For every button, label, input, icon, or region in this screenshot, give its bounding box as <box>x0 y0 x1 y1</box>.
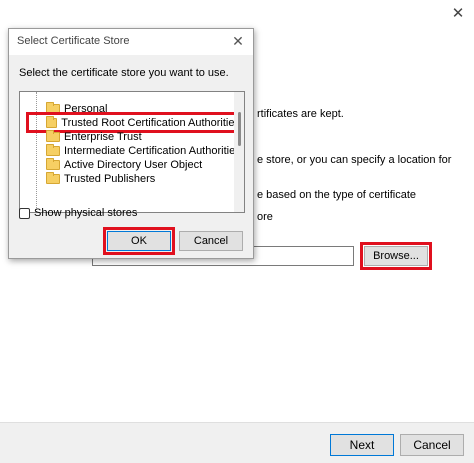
dialog-titlebar: Select Certificate Store ✕ <box>9 29 253 55</box>
tree-item-label: Active Directory User Object <box>64 158 203 171</box>
next-button[interactable]: Next <box>330 434 394 456</box>
tree-item-label: Trusted Root Certification Authorities <box>61 116 240 129</box>
show-physical-label: Show physical stores <box>34 207 138 219</box>
tree-item-enterprise-trust[interactable]: Enterprise Trust <box>46 129 142 143</box>
tree-item-trusted-publishers[interactable]: Trusted Publishers <box>46 171 156 185</box>
store-option-text: e store, or you can specify a location f… <box>257 154 452 166</box>
dialog-cancel-button[interactable]: Cancel <box>179 231 243 251</box>
tree-item-personal[interactable]: Personal <box>46 101 108 115</box>
show-physical-stores[interactable]: Show physical stores <box>19 207 137 219</box>
close-icon[interactable]: ✕ <box>446 4 470 24</box>
ok-button[interactable]: OK <box>103 227 175 255</box>
place-all-option-text: ore <box>257 211 273 223</box>
folder-icon <box>46 129 60 142</box>
folder-icon <box>46 101 60 114</box>
folder-icon <box>46 171 60 184</box>
wizard-footer: Next Cancel <box>0 422 474 463</box>
tree-item-intermediate[interactable]: Intermediate Certification Authorities <box>46 143 241 157</box>
folder-icon <box>46 143 60 156</box>
tree-item-label: Personal <box>64 102 108 115</box>
tree-item-label: Trusted Publishers <box>64 172 156 185</box>
browse-button[interactable]: Browse... <box>360 242 432 270</box>
certificate-store-tree[interactable]: Personal Trusted Root Certification Auth… <box>19 91 245 213</box>
folder-icon <box>46 115 58 128</box>
tree-item-label: Intermediate Certification Authorities <box>64 144 241 157</box>
dialog-title: Select Certificate Store <box>17 35 130 47</box>
show-physical-checkbox[interactable] <box>19 207 30 219</box>
dialog-instruction: Select the certificate store you want to… <box>19 67 229 79</box>
tree-item-active-directory[interactable]: Active Directory User Object <box>46 157 203 171</box>
wizard-cancel-button[interactable]: Cancel <box>400 434 464 456</box>
tree-item-label: Enterprise Trust <box>64 130 142 143</box>
tree-connector <box>36 92 37 212</box>
tree-item-trusted-root[interactable]: Trusted Root Certification Authorities <box>26 112 244 133</box>
tree-scrollbar[interactable] <box>234 92 244 212</box>
scrollbar-thumb[interactable] <box>238 112 241 146</box>
select-certificate-store-dialog: Select Certificate Store ✕ Select the ce… <box>8 28 254 259</box>
dialog-close-icon[interactable]: ✕ <box>229 32 247 50</box>
store-description-text: rtificates are kept. <box>257 108 344 120</box>
auto-select-option-text: e based on the type of certificate <box>257 189 416 201</box>
folder-icon <box>46 157 60 170</box>
